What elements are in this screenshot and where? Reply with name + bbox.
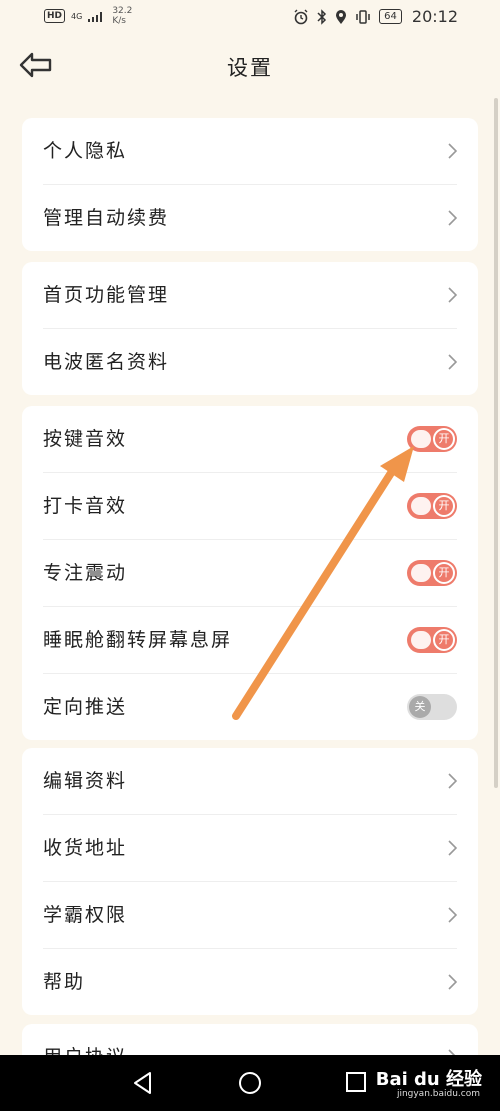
network-speed: 32.2 K/s (112, 6, 132, 26)
chevron-right-icon (448, 907, 457, 923)
toggle-knob: 关 (409, 696, 431, 718)
settings-row-checkin-sound: 打卡音效 开 (43, 473, 457, 540)
settings-row-targeted-push: 定向推送 关 (43, 674, 457, 740)
row-label: 个人隐私 (43, 140, 128, 162)
page-title: 设置 (227, 56, 273, 80)
toggle-knob: 开 (433, 428, 455, 450)
bluetooth-icon (317, 8, 327, 25)
toggle-knob: 开 (433, 495, 455, 517)
chevron-right-icon (448, 287, 457, 303)
chevron-right-icon (448, 143, 457, 159)
checkin-sound-toggle[interactable]: 开 (407, 493, 457, 519)
row-label: 学霸权限 (43, 904, 128, 926)
settings-row-anonymous-profile[interactable]: 电波匿名资料 (43, 329, 457, 395)
watermark-logo: Bai du 经验 (375, 1069, 482, 1090)
status-left: HD 4G 32.2 K/s (44, 6, 132, 26)
clock: 20:12 (411, 7, 458, 26)
battery-icon: 64 (379, 9, 402, 24)
scrollbar[interactable] (494, 98, 498, 788)
network-type: 4G (71, 11, 83, 21)
system-nav-bar: Bai du 经验 jingyan.baidu.com (0, 1055, 500, 1111)
back-triangle-icon[interactable] (132, 1071, 154, 1095)
settings-row-home-features[interactable]: 首页功能管理 (43, 262, 457, 329)
row-label: 收货地址 (43, 837, 128, 859)
status-bar: HD 4G 32.2 K/s 64 20:12 (0, 0, 500, 34)
focus-vibration-toggle[interactable]: 开 (407, 560, 457, 586)
settings-row-auto-renew[interactable]: 管理自动续费 (43, 185, 457, 251)
chevron-right-icon (448, 773, 457, 789)
settings-card-home: 首页功能管理 电波匿名资料 (22, 262, 478, 395)
alarm-icon (294, 9, 308, 24)
settings-row-shipping-address[interactable]: 收货地址 (43, 815, 457, 882)
row-label: 编辑资料 (43, 770, 128, 792)
row-label: 首页功能管理 (43, 284, 170, 306)
toggle-knob: 开 (433, 629, 455, 651)
speed-unit: K/s (112, 16, 126, 26)
home-circle-icon[interactable] (238, 1071, 262, 1095)
row-label: 帮助 (43, 971, 86, 993)
speed-value: 32.2 (112, 6, 133, 16)
settings-card-sounds: 按键音效 开 打卡音效 开 专注震动 开 睡眠舱翻转屏幕息屏 开 定向推送 关 (22, 406, 478, 740)
settings-row-edit-profile[interactable]: 编辑资料 (43, 748, 457, 815)
settings-row-sleep-screen-off: 睡眠舱翻转屏幕息屏 开 (43, 607, 457, 674)
row-label: 睡眠舱翻转屏幕息屏 (43, 629, 233, 651)
row-label: 打卡音效 (43, 495, 128, 517)
chevron-right-icon (448, 974, 457, 990)
row-label: 电波匿名资料 (43, 351, 170, 373)
settings-card-profile: 编辑资料 收货地址 学霸权限 帮助 (22, 748, 478, 1015)
row-label: 定向推送 (43, 696, 128, 718)
chevron-right-icon (448, 210, 457, 226)
sleep-screen-off-toggle[interactable]: 开 (407, 627, 457, 653)
hd-indicator: HD (44, 9, 66, 23)
settings-card-account: 个人隐私 管理自动续费 (22, 118, 478, 251)
signal-icon (88, 12, 103, 22)
row-label: 按键音效 (43, 428, 128, 450)
row-label: 管理自动续费 (43, 207, 170, 229)
vibrate-icon (356, 9, 370, 24)
settings-row-focus-vibration: 专注震动 开 (43, 540, 457, 607)
location-icon (336, 9, 347, 24)
row-label: 专注震动 (43, 562, 128, 584)
status-right: 64 20:12 (293, 7, 458, 26)
settings-row-key-sound: 按键音效 开 (43, 406, 457, 473)
targeted-push-toggle[interactable]: 关 (407, 694, 457, 720)
settings-row-help[interactable]: 帮助 (43, 949, 457, 1015)
settings-row-scholar-permissions[interactable]: 学霸权限 (43, 882, 457, 949)
key-sound-toggle[interactable]: 开 (407, 426, 457, 452)
recents-square-icon[interactable] (345, 1071, 367, 1093)
settings-row-privacy[interactable]: 个人隐私 (43, 118, 457, 185)
chevron-right-icon (448, 354, 457, 370)
toggle-knob: 开 (433, 562, 455, 584)
header: 设置 (0, 34, 500, 96)
watermark-url: jingyan.baidu.com (396, 1089, 480, 1099)
chevron-right-icon (448, 840, 457, 856)
